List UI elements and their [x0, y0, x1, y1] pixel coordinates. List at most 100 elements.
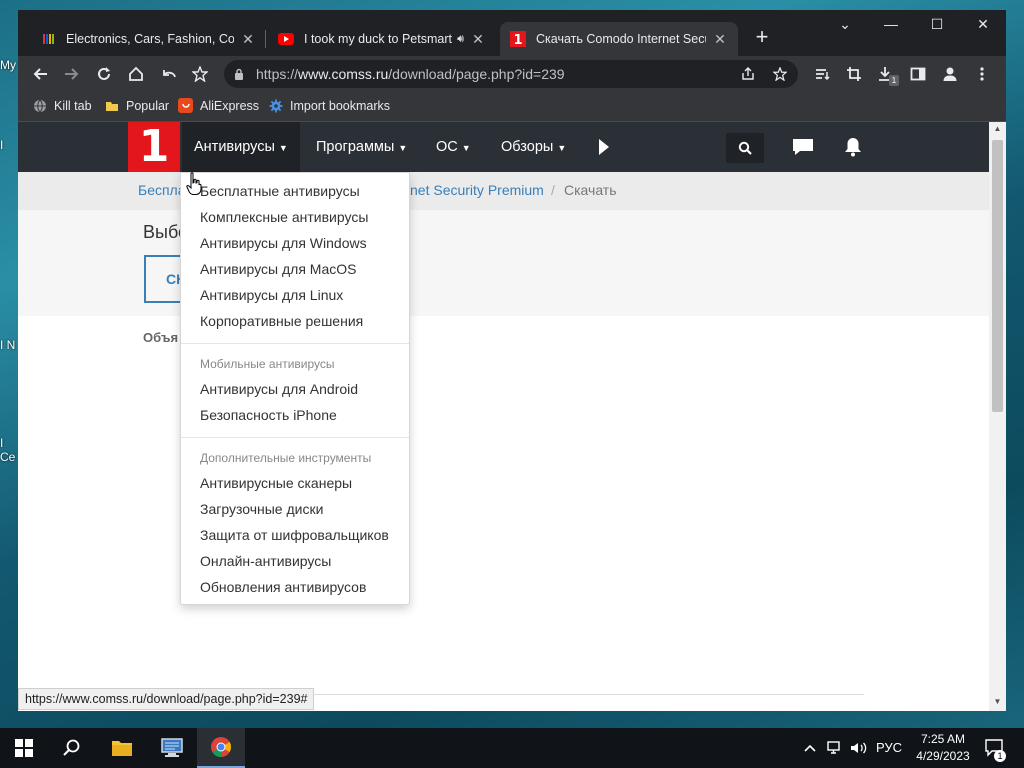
clock[interactable]: 7:25 AM 4/29/2023	[912, 731, 974, 765]
search-button[interactable]	[726, 133, 764, 163]
web-page: 1 Антивирусы▼ Программы▼ ОС▼ Обзоры▼	[18, 122, 989, 711]
undo-icon[interactable]	[154, 60, 182, 88]
notification-icon[interactable]: 1	[980, 728, 1010, 768]
bookmark-kill-tab[interactable]: Kill tab	[32, 98, 92, 113]
menu-item[interactable]: Комплексные антивирусы	[200, 209, 368, 225]
tab-separator	[265, 30, 266, 48]
menu-item[interactable]: Бесплатные антивирусы	[200, 183, 360, 199]
menu-item[interactable]: Защита от шифровальщиков	[200, 527, 389, 543]
page-scrollbar[interactable]: ▲ ▼	[989, 122, 1006, 711]
side-panel-icon[interactable]	[904, 60, 932, 88]
chrome-taskbar-icon[interactable]	[197, 728, 245, 768]
url-scheme: https://	[256, 66, 299, 82]
bookmark-import[interactable]: Import bookmarks	[268, 98, 390, 113]
new-tab-button[interactable]: +	[748, 24, 776, 52]
site-navbar: 1 Антивирусы ▼ Программы ▼ ОС ▼ Обзоры ▼	[18, 122, 989, 172]
nav-os[interactable]: ОС ▼	[436, 122, 471, 172]
close-tab-icon[interactable]: ✕	[712, 31, 728, 48]
close-tab-icon[interactable]: ✕	[240, 31, 256, 48]
tab-ebay[interactable]: Electronics, Cars, Fashion, Collect ✕	[30, 22, 266, 56]
caret-down-icon: ▼	[398, 143, 408, 153]
bookmark-label: Kill tab	[54, 98, 92, 113]
bell-icon[interactable]	[842, 122, 864, 172]
forward-icon[interactable]	[58, 60, 86, 88]
bookmark-star-icon[interactable]	[186, 60, 214, 88]
nav-label: Программы	[316, 139, 395, 155]
back-icon[interactable]	[26, 60, 54, 88]
volume-icon[interactable]	[848, 728, 870, 768]
crop-icon[interactable]	[840, 60, 868, 88]
file-explorer-icon[interactable]	[98, 728, 146, 768]
chat-icon[interactable]	[790, 122, 816, 172]
caret-down-icon: ▼	[557, 143, 567, 153]
maximize-button[interactable]: ☐	[914, 10, 960, 40]
network-app-icon[interactable]	[148, 728, 196, 768]
comss-favicon-icon: 1	[510, 31, 526, 47]
minimize-button[interactable]: —	[868, 10, 914, 40]
nav-reviews[interactable]: Обзоры ▼	[501, 122, 566, 172]
menu-item[interactable]: Онлайн-антивирусы	[200, 553, 331, 569]
play-icon[interactable]	[594, 122, 614, 172]
site-logo[interactable]: 1	[128, 122, 180, 172]
language-indicator[interactable]: РУС	[872, 728, 906, 768]
tab-title: I took my duck to Petsmart -	[304, 32, 454, 46]
start-button[interactable]	[0, 728, 48, 768]
menu-item[interactable]: Антивирусы для Windows	[200, 235, 367, 251]
menu-item[interactable]: Антивирусы для Android	[200, 381, 358, 397]
menu-item[interactable]: Загрузочные диски	[200, 501, 323, 517]
download-icon[interactable]: 1	[872, 60, 900, 88]
download-count-badge: 1	[889, 75, 899, 86]
search-icon[interactable]	[48, 728, 96, 768]
menu-item[interactable]: Антивирусы для MacOS	[200, 261, 356, 277]
desktop-icon-label[interactable]: I N	[0, 338, 18, 352]
address-bar[interactable]: https://www.comss.ru/download/page.php?i…	[224, 60, 798, 88]
menu-group-heading: Дополнительные инструменты	[200, 451, 372, 465]
desktop-icon-label[interactable]: I	[0, 138, 18, 152]
menu-item[interactable]: Безопасность iPhone	[200, 407, 337, 423]
menu-divider	[181, 437, 409, 438]
tab-title: Скачать Comodo Internet Secur	[536, 32, 706, 46]
tab-title: Electronics, Cars, Fashion, Collect	[66, 32, 234, 46]
share-icon[interactable]	[736, 60, 760, 91]
reload-icon[interactable]	[90, 60, 118, 88]
breadcrumb-link[interactable]: Беспла	[138, 182, 186, 198]
bookmark-popular[interactable]: Popular	[104, 98, 169, 113]
scroll-down-icon[interactable]: ▼	[989, 697, 1006, 706]
menu-item[interactable]: Антивирусные сканеры	[200, 475, 352, 491]
scrollbar-thumb[interactable]	[992, 140, 1003, 412]
tab-comss[interactable]: 1 Скачать Comodo Internet Secur ✕	[500, 22, 738, 56]
network-icon[interactable]	[824, 728, 846, 768]
tab-search-dropdown-icon[interactable]: ⌄	[822, 10, 868, 40]
menu-item[interactable]: Антивирусы для Linux	[200, 287, 343, 303]
url-text[interactable]: https://www.comss.ru/download/page.php?i…	[256, 60, 565, 88]
nav-antivirus[interactable]: Антивирусы ▼	[182, 122, 300, 172]
browser-toolbar: https://www.comss.ru/download/page.php?i…	[18, 56, 1006, 92]
menu-item[interactable]: Корпоративные решения	[200, 313, 363, 329]
bookmark-aliexpress[interactable]: AliExpress	[178, 98, 259, 113]
menu-group-heading: Мобильные антивирусы	[200, 357, 335, 371]
aliexpress-icon	[178, 98, 193, 113]
bookmark-label: AliExpress	[200, 98, 260, 113]
clock-time: 7:25 AM	[920, 732, 966, 746]
clock-date: 4/29/2023	[916, 749, 970, 763]
close-window-button[interactable]: ✕	[960, 10, 1006, 40]
bookmark-star-icon[interactable]	[768, 60, 792, 91]
close-tab-icon[interactable]: ✕	[470, 31, 486, 48]
desktop-icon-label[interactable]: My	[0, 58, 18, 72]
menu-item[interactable]: Обновления антивирусов	[200, 579, 366, 595]
reading-list-icon[interactable]	[808, 60, 836, 88]
status-bar-url: https://www.comss.ru/download/page.php?i…	[18, 688, 315, 710]
tab-youtube[interactable]: I took my duck to Petsmart - 🔊︎ ✕	[268, 22, 496, 56]
menu-kebab-icon[interactable]	[968, 60, 996, 88]
chevron-up-icon[interactable]	[800, 728, 820, 768]
profile-icon[interactable]	[936, 60, 964, 88]
folder-icon	[104, 98, 119, 113]
scroll-up-icon[interactable]: ▲	[989, 124, 1006, 133]
nav-programs[interactable]: Программы ▼	[316, 122, 407, 172]
objects-label: Объя	[143, 330, 179, 345]
breadcrumb-link[interactable]: net Security Premium	[410, 182, 544, 198]
home-icon[interactable]	[122, 60, 150, 88]
lock-icon[interactable]	[234, 60, 244, 90]
desktop-icon-label[interactable]: I Ce	[0, 436, 18, 464]
speaker-icon[interactable]: 🔊︎	[457, 33, 464, 46]
